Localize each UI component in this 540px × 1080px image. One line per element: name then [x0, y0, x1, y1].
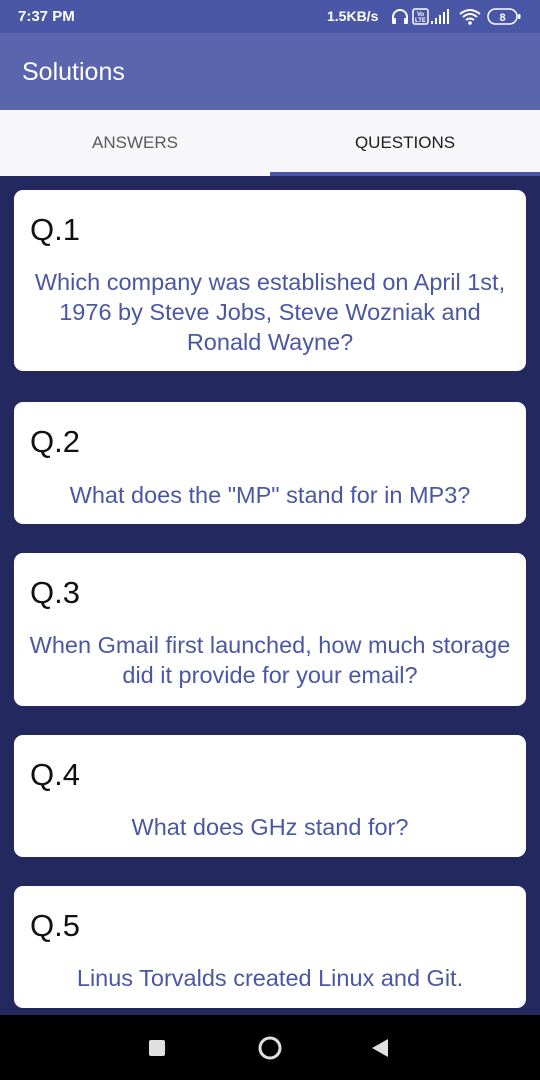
- question-card[interactable]: Q.2 What does the "MP" stand for in MP3?: [14, 402, 526, 524]
- question-card[interactable]: Q.5 Linus Torvalds created Linux and Git…: [14, 886, 526, 1008]
- question-text: When Gmail first launched, how much stor…: [29, 632, 511, 688]
- question-card[interactable]: Q.1 Which company was established on Apr…: [14, 190, 526, 371]
- question-text: What does GHz stand for?: [131, 814, 409, 840]
- question-text: What does the "MP" stand for in MP3?: [69, 482, 471, 508]
- volte-icon: Vo LTE: [412, 8, 429, 25]
- signal-icon: [431, 9, 449, 24]
- svg-text:8: 8: [499, 12, 505, 24]
- question-card[interactable]: Q.3 When Gmail first launched, how much …: [14, 553, 526, 706]
- status-bar: 7:37 PM 1.5KB/s Vo LTE 8: [0, 0, 540, 33]
- headphones-icon: [392, 9, 408, 24]
- battery-icon: 8: [487, 8, 521, 25]
- tab-bar: ANSWERS QUESTIONS: [0, 110, 540, 176]
- svg-text:LTE: LTE: [415, 18, 426, 24]
- tab-answers[interactable]: ANSWERS: [0, 110, 270, 176]
- question-text: Linus Torvalds created Linux and Git.: [76, 965, 464, 991]
- app-bar: Solutions: [0, 33, 540, 110]
- back-icon[interactable]: [372, 1039, 388, 1057]
- status-time: 7:37 PM: [18, 8, 75, 25]
- question-number: Q.4: [30, 757, 80, 792]
- status-icons: Vo LTE 8: [392, 8, 521, 25]
- page-title: Solutions: [22, 58, 125, 86]
- question-number: Q.5: [30, 908, 80, 943]
- question-number: Q.3: [30, 575, 80, 610]
- network-speed: 1.5KB/s: [327, 8, 379, 24]
- question-card[interactable]: Q.4 What does GHz stand for?: [14, 735, 526, 857]
- question-number: Q.1: [30, 212, 80, 247]
- recents-icon[interactable]: [149, 1040, 165, 1056]
- question-text: Which company was established on April 1…: [34, 269, 506, 355]
- home-icon[interactable]: [258, 1036, 282, 1060]
- navigation-bar: [0, 1015, 540, 1080]
- tab-questions[interactable]: QUESTIONS: [270, 110, 540, 176]
- tab-selected-indicator: [270, 172, 540, 176]
- question-number: Q.2: [30, 424, 80, 459]
- wifi-icon: [459, 9, 481, 25]
